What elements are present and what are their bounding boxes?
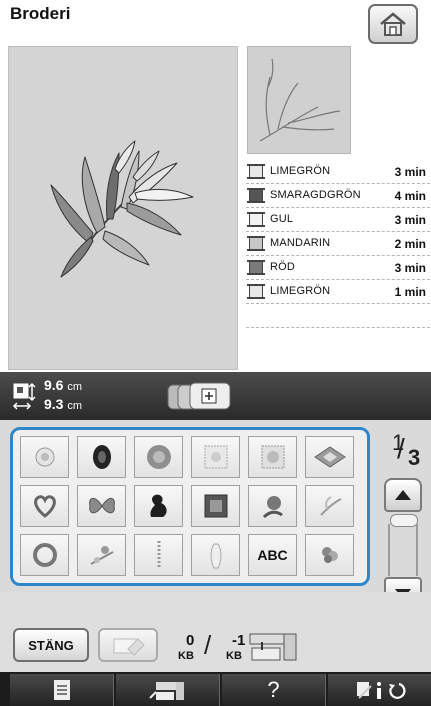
embroidery-preview[interactable] [8,46,238,370]
lace-square-icon [204,494,227,518]
page-separator: / [397,433,405,464]
pattern-butterfly[interactable] [77,485,126,527]
close-button[interactable]: STÄNG [13,628,89,662]
height-unit: cm [67,400,83,412]
embroidery-frame-icon [167,382,231,410]
floral-square-icon [204,445,227,469]
thread-spool-icon [247,260,265,275]
thread-row: MANDARIN 2 min [246,232,430,256]
thread-name: RÖD [270,261,296,273]
page-title: Broderi [10,4,71,23]
embroidery-thumbnail-icon [259,58,341,142]
size-arrows-icon [12,382,36,410]
thread-time: 1 min [394,285,426,299]
pattern-floral-square-2[interactable] [248,436,297,478]
height-value: 9.3 [44,396,64,412]
nav-help-button[interactable]: ? [222,674,326,706]
embroidery-machine-icon [148,682,184,700]
scrollbar-track[interactable] [388,524,418,576]
total-pages: 3 [408,445,421,470]
pattern-grid: ABC [10,427,370,586]
thread-color-list: LIMEGRÖN 3 min SMARAGDGRÖN 4 min GUL 3 m… [246,160,430,328]
thread-spool-icon [247,188,265,203]
thread-name: LIMEGRÖN [270,165,331,177]
bird-branch-icon [90,546,113,565]
home-icon [380,12,406,36]
memory-free-value: -1 [232,632,246,649]
leaf-spray-embroidery [50,140,194,278]
page-indicator: 1 / 3 [388,430,428,470]
pattern-leaf-spray[interactable] [305,485,354,527]
nav-settings-button[interactable] [328,674,431,706]
thread-name: SMARAGDGRÖN [270,189,361,201]
thread-time: 4 min [394,189,426,203]
pattern-bird-branch[interactable] [77,534,126,576]
thread-spool-icon [247,164,265,179]
triangle-up-icon [395,490,411,500]
thread-time: 3 min [394,165,426,179]
swan-silhouette-icon [149,494,167,517]
nav-machine-button[interactable] [116,674,220,706]
thread-row: LIMEGRÖN 1 min [246,280,430,304]
width-unit: cm [67,381,83,393]
memory-used-unit: KB [178,650,194,662]
flower-cluster-icon [321,547,338,563]
pattern-round-medallion[interactable] [134,436,183,478]
pattern-floral-square[interactable] [191,436,240,478]
pattern-round-wreath[interactable] [20,534,69,576]
pattern-diamond-ornament[interactable] [305,436,354,478]
pattern-abc-text[interactable]: ABC [248,534,297,576]
pattern-vase[interactable] [191,534,240,576]
thread-time: 3 min [394,261,426,275]
thread-time: 3 min [394,213,426,227]
thread-row: RÖD 3 min [246,256,430,280]
diamond-ornament-icon [313,446,346,468]
rose-icon [262,496,283,519]
pattern-dark-oval[interactable] [77,436,126,478]
settings-info-icon [356,682,405,699]
vase-icon [210,543,221,569]
round-wreath-icon [32,543,57,567]
leaf-spray-icon [319,496,341,516]
thread-time: 2 min [394,237,426,251]
butterfly-icon [88,498,115,514]
thread-name: MANDARIN [270,237,331,249]
pattern-heart-wreath[interactable] [20,485,69,527]
memory-used-value: 0 [186,632,195,649]
pattern-flower-cluster[interactable] [305,534,354,576]
pattern-swan-silhouette[interactable] [134,485,183,527]
pattern-flower-medallion[interactable] [20,436,69,478]
pattern-vertical-border[interactable] [134,534,183,576]
thread-spool-icon [247,284,265,299]
home-button[interactable] [368,4,418,44]
thread-row: GUL 3 min [246,208,430,232]
dark-oval-icon [92,445,111,469]
thread-spool-icon [247,212,265,227]
document-icon [53,680,70,700]
eraser-icon [113,638,145,656]
thread-row: LIMEGRÖN 3 min [246,160,430,184]
pattern-thumbnail [247,46,351,154]
vertical-border-icon [157,541,160,569]
thread-name: GUL [270,213,294,225]
floral-square-icon [261,445,284,469]
erase-button[interactable] [98,628,158,662]
pattern-lace-square[interactable] [191,485,240,527]
scroll-up-button[interactable] [384,478,422,512]
machine-memory-icon [249,633,297,661]
pattern-rose[interactable] [248,485,297,527]
thread-spool-icon [247,236,265,251]
pattern-size: 9.6 cm 9.3 cm [44,377,82,415]
memory-separator: / [204,630,212,660]
flower-medallion-icon [35,447,54,467]
thread-name: LIMEGRÖN [270,285,331,297]
memory-free-unit: KB [226,650,242,662]
nav-document-button[interactable] [10,674,114,706]
width-value: 9.6 [44,377,64,393]
thread-row: SMARAGDGRÖN 4 min [246,184,430,208]
heart-wreath-icon [33,495,56,518]
thread-row-empty [246,304,430,328]
round-medallion-icon [146,445,171,469]
